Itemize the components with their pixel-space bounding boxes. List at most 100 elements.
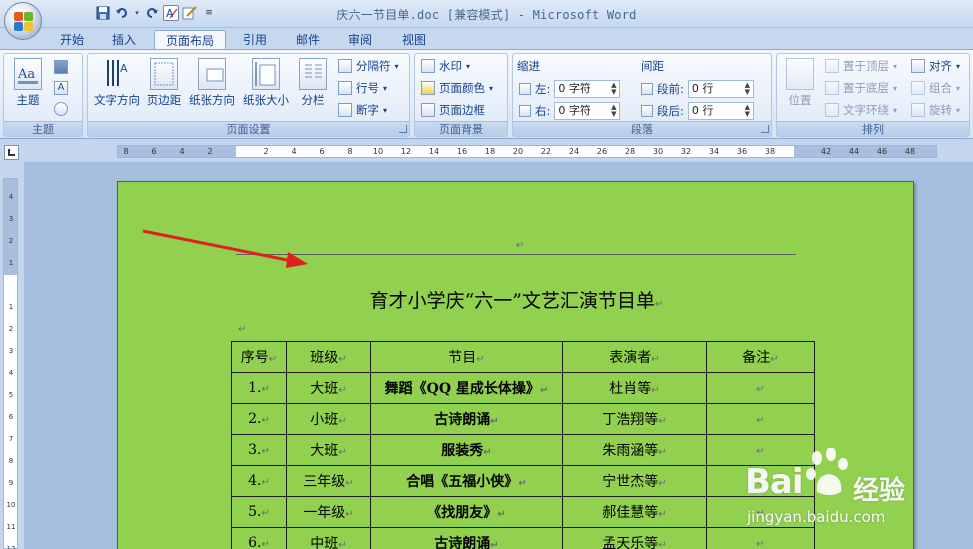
cell-program[interactable]: 合唱《五福小侠》↵ [370,465,563,497]
indent-left-input[interactable]: 0 字符 ▲ ▼ [554,80,621,98]
table-row: 3.↵ 大班↵ 服装秀↵ 朱雨涵等↵ ↵ [231,434,815,466]
size-label: 纸张大小 [243,93,289,107]
ruler-tick-label: 8 [347,147,353,156]
cell-performers[interactable]: 郝佳慧等↵ [562,496,707,528]
cell-index[interactable]: 3.↵ [231,434,287,466]
cell-program[interactable]: 古诗朗诵↵ [370,527,563,549]
position-button[interactable]: 位置 [781,56,819,108]
cell-performers[interactable]: 杜肖等↵ [562,372,707,404]
spacing-after-input[interactable]: 0 行 ▲ ▼ [687,102,754,120]
line-numbers-button[interactable]: 行号 ▾ [338,78,387,98]
cell-performers[interactable]: 孟天乐等↵ [562,527,707,549]
column-header-performers[interactable]: 表演者↵ [562,341,707,373]
cell-class[interactable]: 一年级↵ [286,496,371,528]
breaks-button[interactable]: 分隔符 ▾ [338,56,399,76]
program-table[interactable]: 序号↵ 班级↵ 节目↵ 表演者↵ 备注↵ 1.↵ 大班↵ 舞蹈《QQ 星成长体操》↵… [231,341,815,549]
table-row: 4.↵ 三年级↵ 合唱《五福小侠》↵ 宁世杰等↵ ↵ [231,465,815,497]
cell-program[interactable]: 舞蹈《QQ 星成长体操》↵ [370,372,563,404]
theme-fonts-icon[interactable]: A [54,81,68,95]
column-header-index[interactable]: 序号↵ [231,341,287,373]
theme-button-label: 主题 [16,93,40,107]
page-color-button[interactable]: 页面颜色 ▾ [421,78,493,98]
cell-performers[interactable]: 丁浩翔等↵ [562,403,707,435]
margins-button[interactable]: 页边距 [144,56,184,108]
cell-class[interactable]: 三年级↵ [286,465,371,497]
spinner-icon[interactable]: ▲ ▼ [743,104,752,118]
page-color-icon [421,81,435,95]
ribbon: Aa 主题 A 主题 A 文字方向 页边距 纸张方向 纸张大小 分栏 分隔符 ▾… [0,49,973,139]
ruler-tick-label: 18 [484,147,496,156]
page-borders-button[interactable]: 页面边框 [421,100,485,120]
ruler-tick-label: 2 [8,325,14,333]
spacing-before-row: 段前: 0 行 ▲ ▼ [641,79,754,99]
spacing-before-input[interactable]: 0 行 ▲ ▼ [687,80,754,98]
group-objects-button[interactable]: 组合 ▾ [911,78,960,98]
ruler-tick-label: 11 [6,523,16,531]
cell-index[interactable]: 1.↵ [231,372,287,404]
cell-class[interactable]: 中班↵ [286,527,371,549]
group-page-setup-label: 页面设置 [88,121,409,136]
cell-program[interactable]: 服装秀↵ [370,434,563,466]
group-arrange-label: 排列 [777,121,969,136]
page-setup-launcher-icon[interactable] [399,125,407,133]
theme-colors-icon[interactable] [54,60,68,74]
ruler-tick-label: 1 [8,259,14,267]
column-header-notes[interactable]: 备注↵ [706,341,815,373]
horizontal-ruler[interactable]: 8 6 4 2 2 4 6 8 10 12 14 16 18 20 22 24 26 28 30 32 34 36 38 42… [25,140,973,162]
watermark-button[interactable]: 水印 ▾ [421,56,470,76]
columns-button[interactable]: 分栏 [294,56,332,108]
theme-icon: Aa [14,58,42,90]
size-button[interactable]: 纸张大小 [240,56,292,108]
tab-selector[interactable] [4,145,19,160]
spinner-icon[interactable]: ▲ ▼ [609,104,618,118]
cell-class[interactable]: 小班↵ [286,403,371,435]
ruler-tick-label: 10 [372,147,384,156]
cell-notes[interactable]: ↵ [706,372,815,404]
tab-references[interactable]: 引用 [233,30,277,50]
orientation-button[interactable]: 纸张方向 [186,56,238,108]
send-back-button[interactable]: 置于底层 ▾ [825,78,897,98]
position-icon [786,58,814,90]
breaks-icon [338,59,352,73]
text-direction-button[interactable]: A 文字方向 [91,56,143,108]
rotate-button[interactable]: 旋转 ▾ [911,100,960,120]
group-paragraph-label: 段落 [513,121,771,136]
tab-review[interactable]: 审阅 [338,30,382,50]
title-bar: ▾ A ≡ 庆六一节目单.doc [兼容模式] - Microsoft Word [0,0,973,28]
table-row: 2.↵ 小班↵ 古诗朗诵↵ 丁浩翔等↵ ↵ [231,403,815,435]
hyphenation-button[interactable]: 断字 ▾ [338,100,387,120]
cell-notes[interactable]: ↵ [706,403,815,435]
spinner-icon[interactable]: ▲ ▼ [609,82,618,96]
tab-mailings[interactable]: 邮件 [286,30,330,50]
cell-class[interactable]: 大班↵ [286,434,371,466]
office-button[interactable] [4,2,42,40]
rotate-icon [911,103,925,117]
cell-index[interactable]: 4.↵ [231,465,287,497]
ruler-tick-label: 24 [568,147,580,156]
ruler-tick-label: 20 [512,147,524,156]
bring-front-button[interactable]: 置于顶层 ▾ [825,56,897,76]
paragraph-launcher-icon[interactable] [761,125,769,133]
tab-insert[interactable]: 插入 [102,30,146,50]
spinner-icon[interactable]: ▲ ▼ [743,82,752,96]
theme-button[interactable]: Aa 主题 [10,56,46,108]
cell-index[interactable]: 5.↵ [231,496,287,528]
tab-home[interactable]: 开始 [50,30,94,50]
cell-index[interactable]: 6.↵ [231,527,287,549]
cell-performers[interactable]: 宁世杰等↵ [562,465,707,497]
indent-right-input[interactable]: 0 字符 ▲ ▼ [554,102,621,120]
indent-right-icon [519,105,531,117]
cell-class[interactable]: 大班↵ [286,372,371,404]
tab-page-layout[interactable]: 页面布局 [154,30,226,50]
column-header-class[interactable]: 班级↵ [286,341,371,373]
cell-program[interactable]: 古诗朗诵↵ [370,403,563,435]
cell-performers[interactable]: 朱雨涵等↵ [562,434,707,466]
column-header-program[interactable]: 节目↵ [370,341,563,373]
tab-view[interactable]: 视图 [392,30,436,50]
cell-index[interactable]: 2.↵ [231,403,287,435]
text-wrap-button[interactable]: 文字环绕 ▾ [825,100,897,120]
theme-effects-icon[interactable] [54,102,68,116]
vertical-ruler[interactable]: 4 3 2 1 1 2 3 4 5 6 7 8 9 10 11 12 [3,178,18,549]
align-button[interactable]: 对齐 ▾ [911,56,960,76]
cell-program[interactable]: 《找朋友》↵ [370,496,563,528]
